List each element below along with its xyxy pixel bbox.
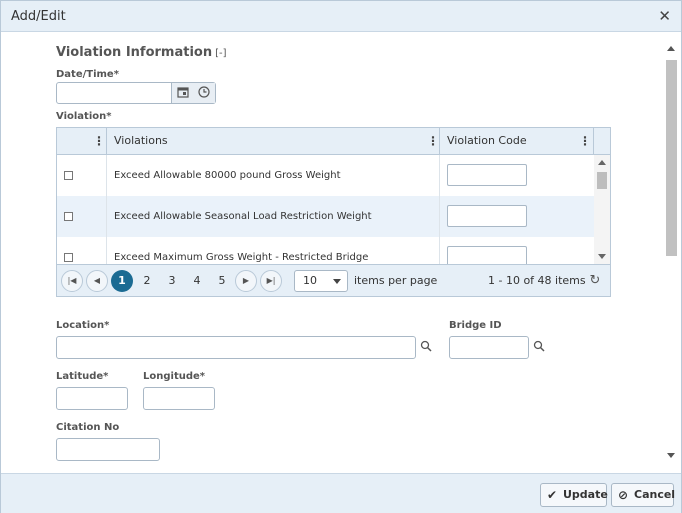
table-row: Exceed Allowable 80000 pound Gross Weigh… (57, 155, 594, 196)
grid-scrollbar[interactable] (594, 155, 610, 264)
cell-divider (439, 237, 440, 264)
pager-summary: 1 - 10 of 48 items (488, 274, 586, 287)
clock-icon[interactable] (197, 86, 211, 100)
longitude-label: Longitude* (143, 371, 206, 382)
first-page-icon[interactable]: |◀ (61, 270, 83, 292)
scroll-down-icon[interactable] (667, 453, 675, 458)
dialog-title: Add/Edit (11, 9, 66, 24)
violations-grid: ⋮ Violations ⋮ Violation Code ⋮ Exceed A… (56, 127, 611, 297)
add-edit-dialog: Add/Edit ✕ Violation Information [-] Date… (0, 0, 682, 513)
cell-divider (106, 237, 107, 264)
cell-divider (439, 196, 440, 237)
search-icon[interactable] (420, 340, 432, 352)
grid-header: ⋮ Violations ⋮ Violation Code ⋮ (57, 128, 610, 155)
section-title: Violation Information [-] (56, 45, 227, 60)
citation-no-input[interactable] (56, 438, 160, 461)
grid-rows: Exceed Allowable 80000 pound Gross Weigh… (57, 155, 594, 264)
violation-code-input[interactable] (447, 246, 527, 264)
bridge-id-input[interactable] (449, 336, 529, 359)
page-size-value: 10 (303, 274, 317, 287)
update-button-label: Update (563, 488, 608, 501)
refresh-icon[interactable]: ↻ (587, 273, 603, 289)
cancel-button-label: Cancel (634, 488, 676, 501)
column-header-violation-code[interactable]: Violation Code (447, 128, 527, 154)
dialog-scroll-thumb[interactable] (666, 60, 677, 256)
update-button[interactable]: ✔ Update (540, 483, 608, 507)
citation-no-label: Citation No (56, 422, 120, 433)
next-page-icon[interactable]: ▶ (235, 270, 257, 292)
scroll-up-icon[interactable] (667, 46, 675, 51)
latitude-input[interactable] (56, 387, 128, 410)
column-divider (106, 128, 107, 154)
page-number[interactable]: 4 (186, 270, 208, 292)
column-menu-icon[interactable]: ⋮ (93, 128, 105, 154)
page-number[interactable]: 2 (136, 270, 158, 292)
grid-pager: |◀ ◀ 1 2 3 4 5 ▶ ▶| 10 items per page 1 … (57, 264, 610, 296)
column-divider (439, 128, 440, 154)
items-per-page-label: items per page (354, 274, 438, 287)
cell-divider (106, 196, 107, 237)
cancel-icon: ⊘ (618, 488, 629, 502)
grid-scroll-thumb[interactable] (597, 172, 607, 189)
violation-cell: Exceed Allowable Seasonal Load Restricti… (114, 211, 372, 222)
longitude-input[interactable] (143, 387, 215, 410)
scroll-down-icon[interactable] (598, 254, 606, 259)
cancel-button[interactable]: ⊘ Cancel (611, 483, 676, 507)
violation-label: Violation* (56, 111, 112, 122)
datetime-label: Date/Time* (56, 69, 119, 80)
last-page-icon[interactable]: ▶| (260, 270, 282, 292)
chevron-down-icon (333, 279, 341, 284)
column-header-violations[interactable]: Violations (114, 128, 168, 154)
page-number[interactable]: 5 (211, 270, 233, 292)
search-icon[interactable] (533, 340, 545, 352)
dialog-content: Violation Information [-] Date/Time* Viol… (1, 33, 665, 473)
prev-page-icon[interactable]: ◀ (86, 270, 108, 292)
scroll-up-icon[interactable] (598, 160, 606, 165)
dialog-titlebar: Add/Edit ✕ (1, 1, 681, 32)
row-checkbox[interactable] (64, 171, 73, 180)
column-menu-icon[interactable]: ⋮ (579, 128, 591, 154)
section-title-text: Violation Information (56, 45, 213, 60)
latitude-label: Latitude* (56, 371, 109, 382)
location-label: Location* (56, 320, 110, 331)
violation-cell: Exceed Allowable 80000 pound Gross Weigh… (114, 170, 341, 181)
dialog-footer: ✔ Update ⊘ Cancel (1, 473, 681, 513)
violation-code-input[interactable] (447, 205, 527, 227)
check-icon: ✔ (547, 488, 558, 502)
datetime-buttons (171, 83, 215, 103)
bridge-id-label: Bridge ID (449, 320, 502, 331)
table-row: Exceed Allowable Seasonal Load Restricti… (57, 196, 594, 237)
datetime-picker[interactable] (56, 82, 216, 104)
violation-code-input[interactable] (447, 164, 527, 186)
location-input[interactable] (56, 336, 416, 359)
cell-divider (439, 155, 440, 196)
column-menu-icon[interactable]: ⋮ (427, 128, 439, 154)
row-checkbox[interactable] (64, 253, 73, 262)
cell-divider (106, 155, 107, 196)
row-checkbox[interactable] (64, 212, 73, 221)
dialog-scrollbar[interactable] (665, 42, 679, 462)
column-divider (593, 128, 594, 154)
violation-cell: Exceed Maximum Gross Weight - Restricted… (114, 252, 369, 263)
page-size-select[interactable]: 10 (294, 270, 348, 292)
table-row: Exceed Maximum Gross Weight - Restricted… (57, 237, 594, 264)
calendar-icon[interactable] (176, 86, 190, 100)
section-collapse-toggle[interactable]: [-] (215, 48, 226, 59)
page-number[interactable]: 1 (111, 270, 133, 292)
page-number[interactable]: 3 (161, 270, 183, 292)
close-icon[interactable]: ✕ (658, 7, 671, 25)
